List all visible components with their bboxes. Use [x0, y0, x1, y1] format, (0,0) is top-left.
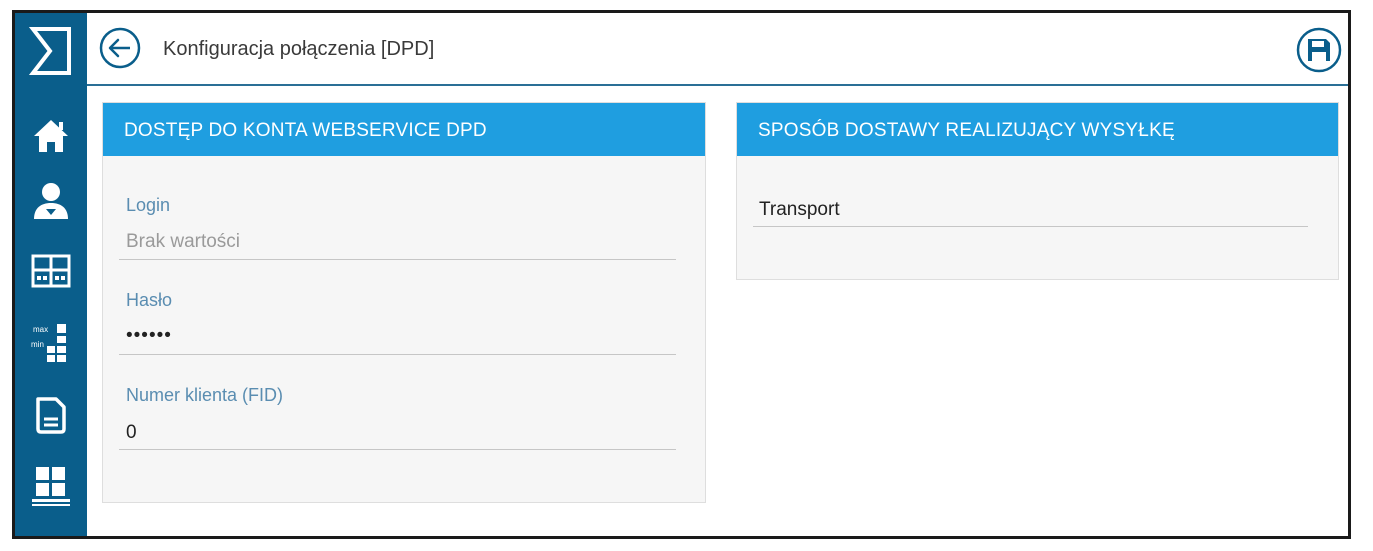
delivery-method-value: Transport — [759, 199, 840, 220]
back-button[interactable] — [99, 27, 141, 69]
save-button[interactable] — [1296, 27, 1342, 73]
delivery-method-panel: SPOSÓB DOSTAWY REALIZUJĄCY WYSYŁKĘ Trans… — [736, 102, 1339, 280]
nav-user[interactable] — [15, 171, 87, 231]
sigma-logo-icon[interactable] — [15, 13, 87, 89]
floppy-disk-icon — [1296, 27, 1342, 77]
login-field[interactable]: Login Brak wartości — [119, 189, 676, 260]
panel-title: DOSTĘP DO KONTA WEBSERVICE DPD — [103, 103, 705, 156]
max-label: max — [33, 325, 48, 334]
panel-title: SPOSÓB DOSTAWY REALIZUJĄCY WYSYŁKĘ — [737, 103, 1338, 156]
password-label: Hasło — [126, 290, 173, 310]
sidebar: max min — [15, 13, 87, 536]
client-number-label: Numer klienta (FID) — [126, 385, 284, 405]
nav-dashboard[interactable] — [15, 241, 87, 301]
page-title: Konfiguracja połączenia [DPD] — [163, 38, 435, 60]
password-field[interactable]: Hasło •••••• — [119, 284, 676, 355]
nav-warehouse[interactable] — [15, 456, 87, 516]
delivery-method-select[interactable]: Transport — [753, 183, 1308, 227]
min-label: min — [31, 340, 44, 349]
nav-max-min[interactable]: max min — [15, 313, 87, 373]
header-bar: Konfiguracja połączenia [DPD] — [87, 13, 1348, 86]
login-label: Login — [126, 195, 171, 215]
warehouse-grid-icon — [31, 465, 71, 507]
arrow-left-circle-icon — [99, 27, 141, 73]
webservice-account-panel: DOSTĘP DO KONTA WEBSERVICE DPD Login Bra… — [102, 102, 706, 503]
dashboard-grid-icon — [31, 254, 71, 288]
home-icon — [32, 118, 70, 154]
client-number-field[interactable]: Numer klienta (FID) 0 — [119, 379, 676, 450]
max-min-stock-icon: max min — [31, 322, 71, 364]
nav-document[interactable] — [15, 385, 87, 445]
password-input[interactable]: •••••• — [126, 325, 172, 347]
client-number-input[interactable]: 0 — [126, 422, 137, 444]
user-icon — [31, 181, 71, 221]
app-window: max min Konfiguracja połączenia [DPD] DO… — [12, 10, 1351, 539]
login-input[interactable]: Brak wartości — [126, 231, 240, 253]
document-icon — [34, 395, 68, 435]
nav-home[interactable] — [15, 106, 87, 166]
